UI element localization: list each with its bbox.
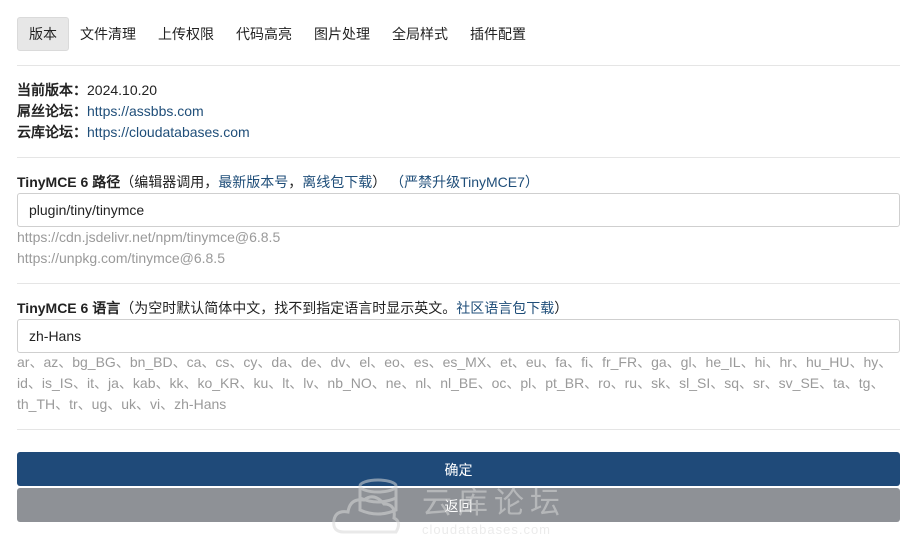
forum1-label: 屌丝论坛： [17, 103, 87, 119]
path-label-note: （编辑器调用， [120, 174, 219, 190]
lang-pack-download-link[interactable]: 社区语言包下载 [456, 300, 554, 316]
lang-label-note: （为空时默认简体中文，找不到指定语言时显示英文。 [120, 300, 457, 316]
watermark-subtitle: cloudatabases.com [422, 522, 552, 537]
divider [17, 65, 900, 66]
divider [17, 157, 900, 158]
divider [17, 283, 900, 284]
lang-label-close: ） [554, 300, 569, 316]
tinymce-path-input[interactable] [17, 193, 900, 227]
tab-code-highlight[interactable]: 代码高亮 [225, 17, 303, 51]
forum2-link[interactable]: https://cloudatabases.com [87, 124, 250, 140]
tab-plugin-config[interactable]: 插件配置 [459, 17, 537, 51]
tab-version[interactable]: 版本 [17, 17, 69, 51]
back-button[interactable]: 返回 [17, 488, 900, 522]
latest-version-link[interactable]: 最新版本号 [218, 174, 288, 190]
settings-page: 版本 文件清理 上传权限 代码高亮 图片处理 全局样式 插件配置 当前版本：20… [0, 0, 917, 553]
forum1-link[interactable]: https://assbbs.com [87, 103, 204, 119]
path-label-title: TinyMCE 6 路径 [17, 174, 121, 190]
path-label-sep: ， [288, 174, 303, 190]
forum2-label: 云库论坛： [17, 124, 87, 140]
path-warning: （严禁升级TinyMCE7） [390, 174, 539, 190]
tab-image-processing[interactable]: 图片处理 [303, 17, 381, 51]
tinymce-language-input[interactable] [17, 319, 900, 353]
lang-label-title: TinyMCE 6 语言 [17, 300, 121, 316]
offline-download-link[interactable]: 离线包下载 [302, 174, 372, 190]
forum1-row: 屌丝论坛：https://assbbs.com [17, 101, 204, 122]
path-hint-1: https://cdn.jsdelivr.net/npm/tinymce@6.8… [17, 229, 281, 245]
path-label-close: ） [372, 174, 387, 190]
confirm-button[interactable]: 确定 [17, 452, 900, 486]
path-hint-2: https://unpkg.com/tinymce@6.8.5 [17, 250, 225, 266]
lang-field-label: TinyMCE 6 语言（为空时默认简体中文，找不到指定语言时显示英文。社区语言… [17, 298, 568, 318]
version-value: 2024.10.20 [87, 82, 158, 98]
language-list-hint: ar、az、bg_BG、bn_BD、ca、cs、cy、da、de、dv、el、e… [17, 354, 893, 412]
forum2-row: 云库论坛：https://cloudatabases.com [17, 122, 250, 143]
version-row: 当前版本：2024.10.20 [17, 80, 157, 101]
tab-global-style[interactable]: 全局样式 [381, 17, 459, 51]
tab-bar: 版本 文件清理 上传权限 代码高亮 图片处理 全局样式 插件配置 [17, 17, 537, 51]
path-field-label: TinyMCE 6 路径（编辑器调用，最新版本号，离线包下载） （严禁升级Tin… [17, 172, 539, 192]
tab-file-cleanup[interactable]: 文件清理 [69, 17, 147, 51]
divider [17, 429, 900, 430]
version-label: 当前版本： [17, 82, 87, 98]
tab-upload-permissions[interactable]: 上传权限 [147, 17, 225, 51]
